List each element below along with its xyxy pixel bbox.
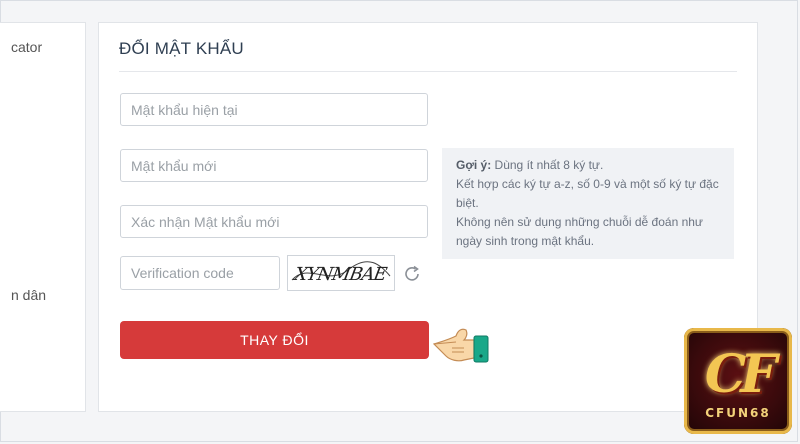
- password-hint: Gợi ý: Dùng ít nhất 8 ký tự. Kết hợp các…: [442, 148, 734, 259]
- sidebar-item-partial-top[interactable]: cator: [11, 39, 42, 55]
- captcha-image: XYNMBAE: [287, 255, 395, 291]
- logo-text: CFUN68: [705, 406, 771, 420]
- pointing-hand-icon: [432, 328, 489, 363]
- hint-line-1: Gợi ý: Dùng ít nhất 8 ký tự.: [456, 156, 720, 175]
- hint-text-2: Kết hợp các ký tự a-z, số 0-9 và một số …: [456, 177, 719, 210]
- refresh-icon[interactable]: [401, 263, 423, 285]
- sidebar: cator n dân: [0, 22, 86, 412]
- brand-logo: CF CFUN68: [684, 328, 792, 434]
- new-password-input[interactable]: [120, 149, 428, 182]
- page-title: ĐỔI MẬT KHẨU: [119, 39, 244, 58]
- logo-glyph: CF: [704, 344, 777, 405]
- hint-text-3: Không nên sử dụng những chuỗi dễ đoán nh…: [456, 215, 703, 248]
- change-password-card: ĐỔI MẬT KHẨU XYNMBAE Gợi ý: Dùng ít nhất…: [98, 22, 758, 412]
- captcha-graphic: XYNMBAE: [291, 261, 391, 285]
- confirm-password-input[interactable]: [120, 205, 428, 238]
- sidebar-item-partial-bottom[interactable]: n dân: [11, 287, 46, 303]
- verification-code-input[interactable]: [120, 256, 280, 290]
- current-password-input[interactable]: [120, 93, 428, 126]
- hint-label: Gợi ý:: [456, 158, 492, 172]
- title-divider: [119, 71, 737, 72]
- captcha-text: XYNMBAE: [291, 264, 389, 285]
- hint-text-1: Dùng ít nhất 8 ký tự.: [494, 158, 604, 172]
- change-password-button[interactable]: THAY ĐỔI: [120, 321, 429, 359]
